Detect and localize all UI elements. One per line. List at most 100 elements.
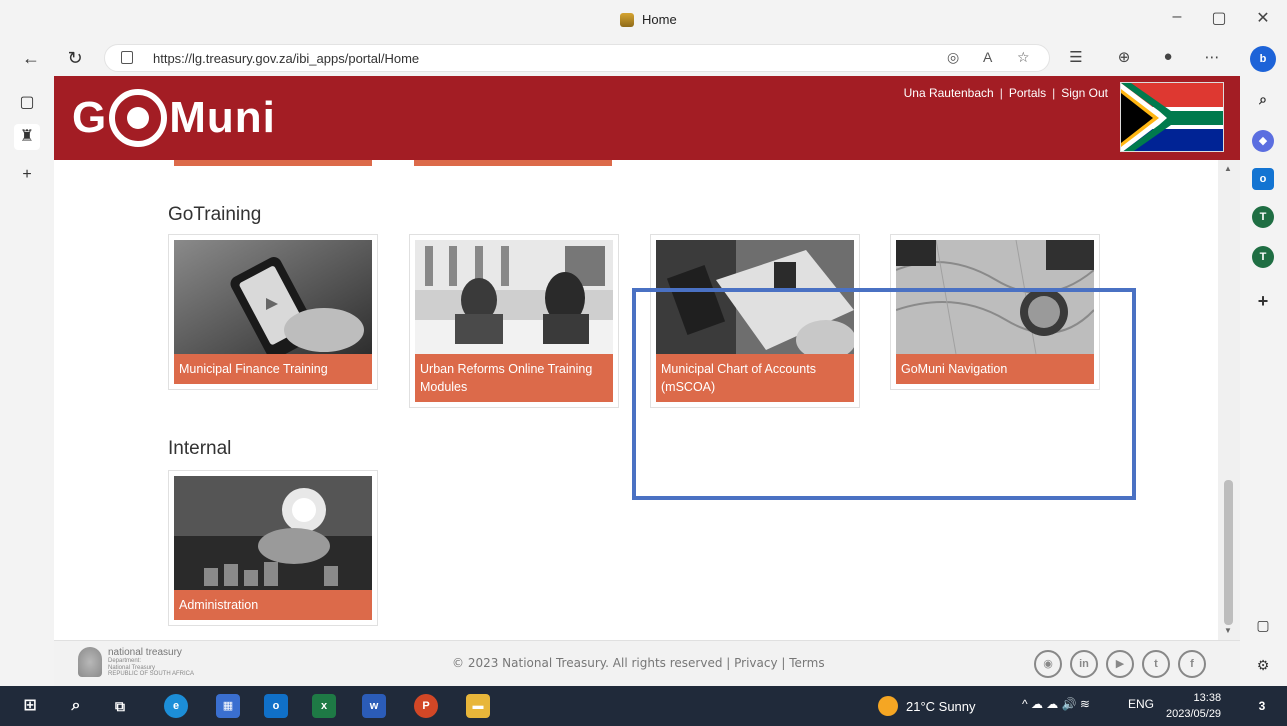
logo-letter-g: G xyxy=(72,93,108,142)
browser-toolbar: ← ↻ https://lg.treasury.gov.za/ibi_apps/… xyxy=(0,40,1240,76)
close-button[interactable]: ✕ xyxy=(1248,8,1278,28)
address-bar[interactable]: https://lg.treasury.gov.za/ibi_apps/port… xyxy=(104,44,1050,72)
card-image xyxy=(415,240,613,354)
refresh-icon[interactable]: ↻ xyxy=(62,46,88,70)
section-title-internal: Internal xyxy=(168,438,232,459)
site-footer: national treasury Department: National T… xyxy=(54,640,1240,686)
maximize-button[interactable]: ▢ xyxy=(1204,8,1234,28)
weather-text: 21°C Sunny xyxy=(906,698,976,714)
sun-icon xyxy=(878,696,898,716)
edge-sidebar: b ⌕ ◆ o T T + ▢ ⚙ xyxy=(1240,40,1287,686)
separator: | xyxy=(999,86,1003,100)
more-menu-icon[interactable]: ⋯ xyxy=(1200,48,1224,66)
excel-icon[interactable]: x xyxy=(312,694,336,718)
twitter-icon[interactable]: t xyxy=(1142,650,1170,678)
org-sub: Department: xyxy=(108,658,142,664)
section-title-gotraining: GoTraining xyxy=(168,204,262,225)
logo-word-muni: Muni xyxy=(169,93,276,142)
bing-icon[interactable]: b xyxy=(1250,46,1276,72)
minimize-button[interactable]: – xyxy=(1162,8,1192,26)
logo-ring-icon xyxy=(109,89,168,147)
org-name: national treasury xyxy=(108,647,182,658)
word-icon[interactable]: w xyxy=(362,694,386,718)
weather-widget[interactable]: 21°C Sunny xyxy=(878,696,976,716)
partial-card-bar[interactable] xyxy=(414,160,612,166)
outlook-app-icon[interactable]: o xyxy=(264,694,288,718)
page-viewport: G Muni Una Rautenbach | Portals | Sign O… xyxy=(54,76,1240,686)
language-indicator[interactable]: ENG xyxy=(1128,697,1154,711)
lock-icon xyxy=(121,51,133,64)
tab-title-text: Home xyxy=(642,12,677,27)
org-sub: National Treasury xyxy=(108,664,156,671)
linkedin-icon[interactable]: in xyxy=(1070,650,1098,678)
vertical-tab-rail: ▢ ♜ + xyxy=(0,76,54,686)
tab-favicon-icon[interactable]: ♜ xyxy=(14,124,40,150)
new-tab-plus-icon[interactable]: + xyxy=(14,162,40,188)
app-t-icon-2[interactable]: T xyxy=(1252,246,1274,268)
edge-browser-icon[interactable]: e xyxy=(164,694,188,718)
back-arrow-icon[interactable]: ← xyxy=(18,46,44,70)
shopping-icon[interactable]: ◆ xyxy=(1252,130,1274,152)
coat-of-arms-icon xyxy=(78,647,102,678)
url-text: https://lg.treasury.gov.za/ibi_apps/port… xyxy=(153,51,420,66)
card-label: Municipal Finance Training xyxy=(174,354,372,385)
scroll-down-arrow-icon[interactable]: ▼ xyxy=(1224,626,1232,635)
collections-icon[interactable]: ⊕ xyxy=(1112,48,1136,66)
sidebar-toggle-icon[interactable]: ▢ xyxy=(1252,614,1274,636)
app-t-icon[interactable]: T xyxy=(1252,206,1274,228)
page-scrollbar[interactable]: ▲ ▼ xyxy=(1218,160,1240,640)
card-label: Administration xyxy=(174,590,372,621)
page-content: GoTraining Municipal Finance Training Ur… xyxy=(54,160,1218,640)
card-image xyxy=(174,240,372,354)
read-aloud-icon[interactable]: A xyxy=(983,49,992,65)
card-label: Urban Reforms Online Training Modules xyxy=(415,354,613,403)
task-view-icon[interactable]: ⧉ xyxy=(108,694,132,718)
rss-icon[interactable]: ◉ xyxy=(1034,650,1062,678)
powerpoint-icon[interactable]: P xyxy=(414,694,438,718)
clock-time: 13:38 xyxy=(1193,692,1222,704)
site-favicon-icon xyxy=(620,12,634,27)
notification-icon[interactable]: 3 xyxy=(1250,694,1274,718)
scroll-up-arrow-icon[interactable]: ▲ xyxy=(1224,164,1232,173)
tray-icons[interactable]: ^ ☁ ☁ 🔊 ≋ xyxy=(1022,697,1090,711)
search-icon[interactable]: ⌕ xyxy=(1252,88,1274,110)
card-urban-reforms-training[interactable]: Urban Reforms Online Training Modules xyxy=(409,234,619,409)
system-clock[interactable]: 13:38 2023/05/29 xyxy=(1166,690,1221,722)
search-icon[interactable]: ⌕ xyxy=(64,694,88,718)
national-treasury-logo: national treasury Department: National T… xyxy=(78,647,194,678)
user-links: Una Rautenbach | Portals | Sign Out xyxy=(904,86,1108,100)
card-administration[interactable]: Administration xyxy=(168,470,378,627)
file-explorer-icon[interactable]: ▬ xyxy=(466,694,490,718)
facebook-icon[interactable]: f xyxy=(1178,650,1206,678)
copyright-text[interactable]: © 2023 National Treasury. All rights res… xyxy=(452,656,825,670)
org-sub: REPUBLIC OF SOUTH AFRICA xyxy=(108,671,195,678)
windows-start-icon[interactable]: ⊞ xyxy=(18,694,42,718)
outlook-icon[interactable]: o xyxy=(1252,168,1274,190)
favorite-star-icon[interactable]: ☆ xyxy=(1017,49,1030,66)
south-africa-flag-icon xyxy=(1120,82,1224,152)
tab-title[interactable]: Home xyxy=(620,12,677,27)
user-name-link[interactable]: Una Rautenbach xyxy=(904,86,994,100)
notification-count: 3 xyxy=(1258,699,1266,713)
store-icon[interactable]: ▦ xyxy=(216,694,240,718)
browser-titlebar: Home – ▢ ✕ xyxy=(0,0,1287,40)
portals-link[interactable]: Portals xyxy=(1009,86,1046,100)
tab-actions-icon[interactable]: ▢ xyxy=(14,90,40,116)
highlight-box xyxy=(632,288,1136,500)
card-municipal-finance-training[interactable]: Municipal Finance Training xyxy=(168,234,378,391)
gomuni-logo[interactable]: G Muni xyxy=(72,89,276,147)
settings-gear-icon[interactable]: ⚙ xyxy=(1252,654,1274,676)
clock-date: 2023/05/29 xyxy=(1166,708,1222,720)
scrollbar-thumb[interactable] xyxy=(1224,480,1233,625)
sign-out-link[interactable]: Sign Out xyxy=(1061,86,1108,100)
site-header: G Muni Una Rautenbach | Portals | Sign O… xyxy=(54,76,1240,160)
youtube-icon[interactable]: ▶ xyxy=(1106,650,1134,678)
profile-avatar-icon[interactable]: ● xyxy=(1156,48,1180,65)
separator: | xyxy=(1052,86,1056,100)
windows-taskbar: ⊞ ⌕ ⧉ e ▦ o x w P ▬ 21°C Sunny ^ ☁ ☁ 🔊 ≋… xyxy=(0,686,1287,726)
add-sidebar-plus-icon[interactable]: + xyxy=(1252,290,1274,312)
favorites-list-icon[interactable]: ☰ xyxy=(1064,48,1088,66)
card-image xyxy=(174,476,372,590)
partial-card-bar[interactable] xyxy=(174,160,372,166)
location-icon[interactable]: ◎ xyxy=(947,49,959,66)
